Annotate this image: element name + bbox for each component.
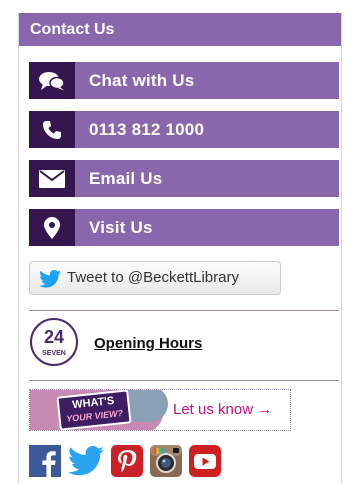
- facebook-icon[interactable]: [29, 445, 61, 477]
- tweet-button[interactable]: Tweet to @BeckettLibrary: [29, 261, 281, 295]
- divider: [29, 310, 339, 311]
- chat-bubbles-icon: [29, 62, 75, 99]
- email-button[interactable]: Email Us: [29, 160, 339, 197]
- pinterest-icon[interactable]: [111, 445, 143, 477]
- youtube-icon[interactable]: [189, 445, 221, 477]
- chat-button-label: Chat with Us: [89, 71, 195, 90]
- visit-button[interactable]: Visit Us: [29, 209, 339, 246]
- badge-number: 24: [44, 327, 64, 347]
- divider: [29, 380, 339, 381]
- envelope-icon: [29, 160, 75, 197]
- twitter-icon[interactable]: [68, 445, 104, 477]
- panel-title: Contact Us: [19, 13, 341, 46]
- phone-button-label: 0113 812 1000: [89, 120, 205, 139]
- feedback-banner[interactable]: WHAT'S YOUR VIEW? Let us know →: [29, 389, 291, 431]
- map-pin-icon: [29, 209, 75, 246]
- twitter-bird-icon: [39, 270, 61, 293]
- tweet-button-label: Tweet to @BeckettLibrary: [67, 269, 239, 286]
- opening-hours-link[interactable]: Opening Hours: [94, 335, 202, 352]
- twenty-four-seven-icon: 24 SEVEN: [29, 317, 79, 372]
- contact-panel: Contact Us Chat with Us 0113 812 1000 Em…: [18, 13, 342, 484]
- visit-button-label: Visit Us: [89, 218, 153, 237]
- badge-text: SEVEN: [42, 350, 66, 357]
- phone-icon: [29, 111, 75, 148]
- chat-button[interactable]: Chat with Us: [29, 62, 339, 99]
- instagram-icon[interactable]: [150, 445, 182, 477]
- phone-button[interactable]: 0113 812 1000: [29, 111, 339, 148]
- let-us-know-link[interactable]: Let us know →: [173, 390, 272, 430]
- email-button-label: Email Us: [89, 169, 163, 188]
